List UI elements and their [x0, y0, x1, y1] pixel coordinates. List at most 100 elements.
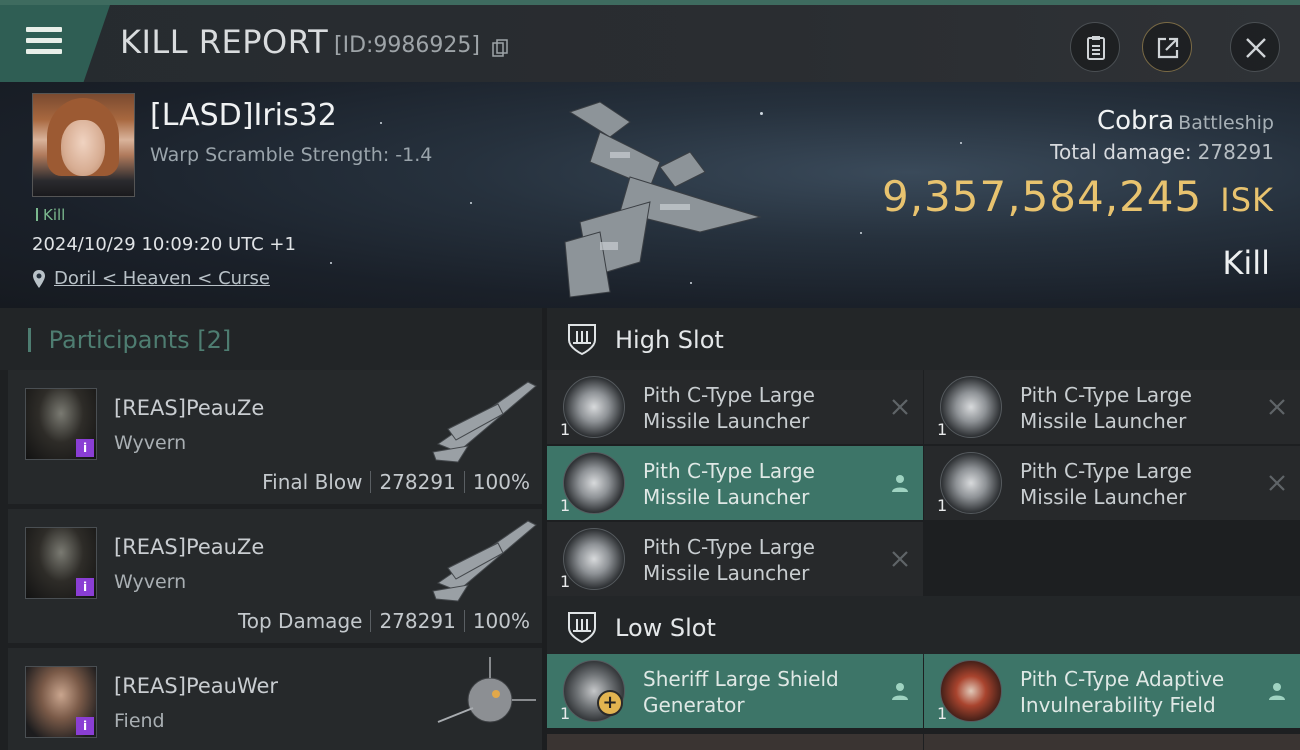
module-item[interactable]: 1 Pith C-Type Adaptive Invulnerability Fi…	[924, 654, 1300, 728]
menu-button[interactable]	[0, 5, 110, 82]
report-id: [ID:9986925]	[334, 33, 480, 58]
high-slot-title: High Slot	[615, 326, 724, 354]
participant-ship-image	[432, 520, 537, 602]
victim-avatar[interactable]	[32, 93, 135, 197]
participant-name: [REAS]PeauZe	[114, 396, 265, 420]
participant-percent: 100%	[472, 470, 530, 494]
missile-launcher-icon	[940, 452, 1002, 514]
location-link[interactable]: Doril < Heaven < Curse	[54, 268, 270, 289]
participants-title: Participants [2]	[28, 326, 232, 354]
total-damage-value: 278291	[1197, 140, 1274, 164]
participant-damage: 278291	[379, 470, 456, 494]
role-badge-icon: i	[76, 578, 94, 596]
participant-role: Final Blow	[262, 470, 363, 494]
role-badge-icon: i	[76, 439, 94, 457]
module-name-line2: Missile Launcher	[1020, 485, 1187, 509]
kill-tag: Kill	[36, 206, 65, 224]
low-slot-icon	[568, 612, 596, 644]
invulnerability-field-icon	[940, 660, 1002, 722]
module-name-line2: Invulnerability Field	[1020, 693, 1216, 717]
participant-avatar[interactable]: i	[25, 527, 97, 599]
isk-unit: ISK	[1220, 181, 1274, 219]
module-name-line2: Missile Launcher	[643, 409, 810, 433]
copy-icon[interactable]	[492, 39, 508, 57]
destroyed-icon	[892, 551, 908, 567]
high-slot-header: High Slot	[547, 308, 1300, 370]
module-quantity: 1	[560, 572, 571, 591]
close-icon	[1246, 38, 1266, 58]
low-slot-title: Low Slot	[615, 614, 716, 642]
missile-launcher-icon	[563, 376, 625, 438]
missile-launcher-icon	[940, 376, 1002, 438]
participant-ship-image	[432, 381, 537, 463]
participant-avatar[interactable]: i	[25, 666, 97, 738]
module-name: Pith C-Type Large Missile Launcher	[643, 458, 873, 510]
dropped-person-icon	[1269, 683, 1285, 700]
module-item[interactable]: 1 Pith C-Type Large Missile Launcher	[547, 370, 923, 444]
participant-ship: Fiend	[114, 710, 165, 732]
participant-name: [REAS]PeauWer	[114, 674, 279, 698]
warp-scramble-strength: Warp Scramble Strength: -1.4	[150, 144, 433, 166]
module-name-line1: Pith C-Type Large	[643, 535, 815, 559]
participant-avatar[interactable]: i	[25, 388, 97, 460]
module-item[interactable]: 1 Pith C-Type Large Missile Launcher	[924, 370, 1300, 444]
module-item[interactable]: 1 Pith C-Type Large Missile Launcher	[924, 446, 1300, 520]
participants-title-text: Participants	[48, 326, 190, 354]
kill-datetime: 2024/10/29 10:09:20 UTC +1	[32, 234, 296, 255]
participant-name: [REAS]PeauZe	[114, 535, 265, 559]
isk-amount: 9,357,584,245	[881, 172, 1203, 221]
module-name-line2: Missile Launcher	[643, 485, 810, 509]
plus-badge-icon: +	[597, 690, 623, 716]
module-quantity: 1	[937, 496, 948, 515]
role-badge-icon: i	[76, 717, 94, 735]
clipboard-icon	[1087, 36, 1105, 60]
participant-stats: Final Blow 278291 100%	[262, 470, 530, 494]
module-quantity: 1	[560, 704, 571, 723]
missile-launcher-icon	[563, 528, 625, 590]
total-damage: Total damage: 278291	[1050, 140, 1274, 164]
destroyed-icon	[1269, 399, 1285, 415]
total-damage-label: Total damage:	[1050, 140, 1192, 164]
victim-name[interactable]: [LASD]Iris32	[150, 98, 337, 133]
module-name-line1: Pith C-Type Large	[1020, 383, 1192, 407]
module-quantity: 1	[560, 496, 571, 515]
module-item[interactable]: 1 Pith C-Type Large Missile Launcher	[547, 522, 923, 596]
module-name: Pith C-Type Large Missile Launcher	[1020, 382, 1250, 434]
module-name: Pith C-Type Large Missile Launcher	[1020, 458, 1250, 510]
high-slot-icon	[568, 324, 596, 356]
module-item-partial[interactable]	[547, 734, 923, 750]
low-slot-header: Low Slot	[547, 596, 1300, 658]
module-quantity: 1	[560, 420, 571, 439]
module-item[interactable]: + 1 Sheriff Large Shield Generator	[547, 654, 923, 728]
close-button[interactable]	[1230, 22, 1280, 72]
clipboard-button[interactable]	[1070, 22, 1120, 72]
module-name: Pith C-Type Large Missile Launcher	[643, 534, 873, 586]
dropped-person-icon	[892, 683, 908, 700]
module-name-line2: Missile Launcher	[1020, 409, 1187, 433]
participant-damage: 278291	[379, 609, 456, 633]
participants-header: Participants [2]	[0, 308, 542, 370]
module-name-line1: Pith C-Type Large	[643, 459, 815, 483]
module-item[interactable]: 1 Pith C-Type Large Missile Launcher	[547, 446, 923, 520]
participant-stats: Top Damage 278291 100%	[238, 609, 530, 633]
victim-ship-name: Cobra Battleship	[1097, 106, 1274, 136]
victim-ship-image[interactable]	[540, 92, 780, 302]
participant-row[interactable]: i [REAS]PeauWer Fiend	[8, 648, 542, 750]
module-name-line2: Missile Launcher	[643, 561, 810, 585]
participants-panel: Participants [2] i [REAS]PeauZe Wyvern F…	[0, 308, 542, 750]
top-bar: KILL REPORT [ID:9986925]	[0, 0, 1300, 82]
participant-percent: 100%	[472, 609, 530, 633]
destroyed-icon	[1269, 475, 1285, 491]
module-name: Pith C-Type Adaptive Invulnerability Fiel…	[1020, 666, 1250, 718]
share-button[interactable]	[1142, 22, 1192, 72]
participant-row[interactable]: i [REAS]PeauZe Wyvern Top Damage 278291 10…	[8, 509, 542, 643]
module-name-line2: Generator	[643, 693, 745, 717]
isk-value: 9,357,584,245 ISK	[882, 172, 1274, 221]
destroyed-icon	[892, 399, 908, 415]
module-item-partial[interactable]	[924, 734, 1300, 750]
module-name-line1: Sheriff Large Shield	[643, 667, 839, 691]
module-name-line1: Pith C-Type Large	[1020, 459, 1192, 483]
module-quantity: 1	[937, 704, 948, 723]
module-name-line1: Pith C-Type Adaptive	[1020, 667, 1225, 691]
participant-row[interactable]: i [REAS]PeauZe Wyvern Final Blow 278291 10…	[8, 370, 542, 504]
